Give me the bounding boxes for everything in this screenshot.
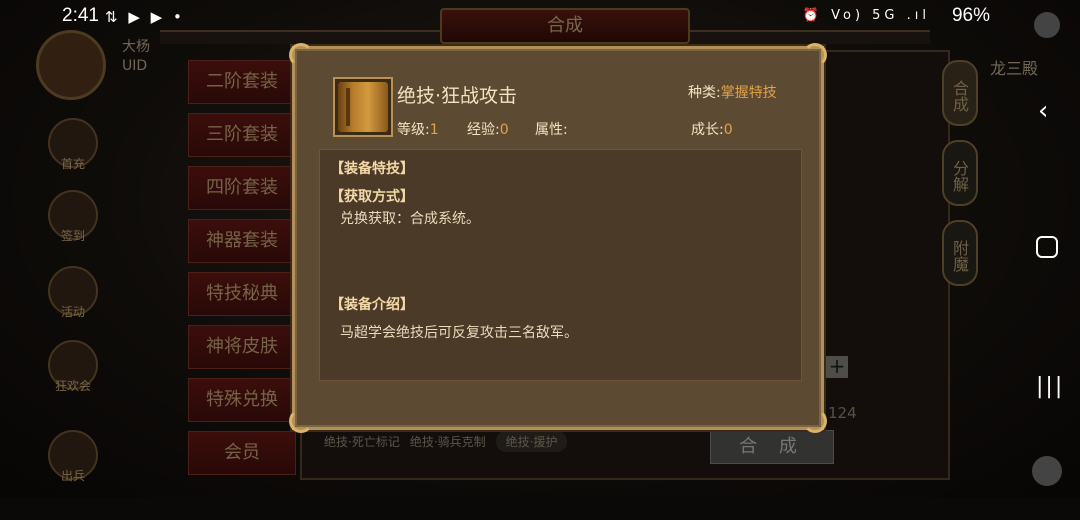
item-kind: 种类:掌握特技 — [688, 82, 777, 102]
obtain-title: 【获取方式】 — [330, 189, 414, 205]
book-icon — [338, 82, 388, 132]
growth-label: 成长: — [691, 122, 724, 138]
intro-title: 【装备介绍】 — [330, 297, 414, 313]
corner-ornament — [289, 409, 313, 433]
obtain-text: 兑换获取：合成系统。 — [340, 211, 480, 227]
growth-stat: 成长:0 — [691, 119, 733, 139]
recent-apps-icon[interactable]: ||| — [1036, 374, 1064, 399]
back-icon[interactable]: ‹ — [1038, 96, 1048, 126]
item-icon-frame — [333, 77, 393, 137]
equip-skill-title: 【装备特技】 — [330, 161, 414, 177]
level-stat: 等级:1 — [397, 119, 439, 139]
growth-value: 0 — [723, 122, 733, 138]
level-label: 等级: — [397, 122, 430, 138]
game-assistant-icon[interactable] — [1034, 12, 1060, 38]
attr-stat: 属性: — [535, 119, 568, 139]
corner-ornament — [803, 43, 827, 67]
signal-icons: ⏰ Vo) 5G .ıl — [802, 8, 930, 23]
corner-ornament — [289, 43, 313, 67]
item-name: 绝技·狂战攻击 — [397, 85, 518, 107]
item-detail-popup: 绝技·狂战攻击 种类:掌握特技 等级:1 经验:0 属性: 成长:0 【装备特技… — [289, 43, 827, 433]
corner-ornament — [803, 409, 827, 433]
level-value: 1 — [429, 122, 439, 138]
kind-value: 掌握特技 — [720, 85, 777, 101]
attr-label: 属性: — [535, 122, 568, 138]
status-bar: 2:41 ⇅ ▶ ▶ • ⏰ Vo) 5G .ıl 96% — [0, 0, 1080, 34]
exp-label: 经验: — [467, 122, 500, 138]
intro-text: 马超学会绝技后可反复攻击三名敌军。 — [340, 325, 578, 341]
battery-level: 96% — [951, 5, 990, 26]
exp-value: 0 — [499, 122, 509, 138]
exp-stat: 经验:0 — [467, 119, 509, 139]
home-icon[interactable] — [1036, 236, 1058, 258]
gamepad-icon[interactable] — [1032, 456, 1062, 486]
clock: 2:41 — [62, 5, 99, 26]
kind-label: 种类: — [688, 85, 721, 101]
description-box: 【装备特技】 【获取方式】 兑换获取：合成系统。 【装备介绍】 马超学会绝技后可… — [319, 149, 802, 381]
notification-icons: ⇅ ▶ ▶ • — [105, 8, 185, 26]
